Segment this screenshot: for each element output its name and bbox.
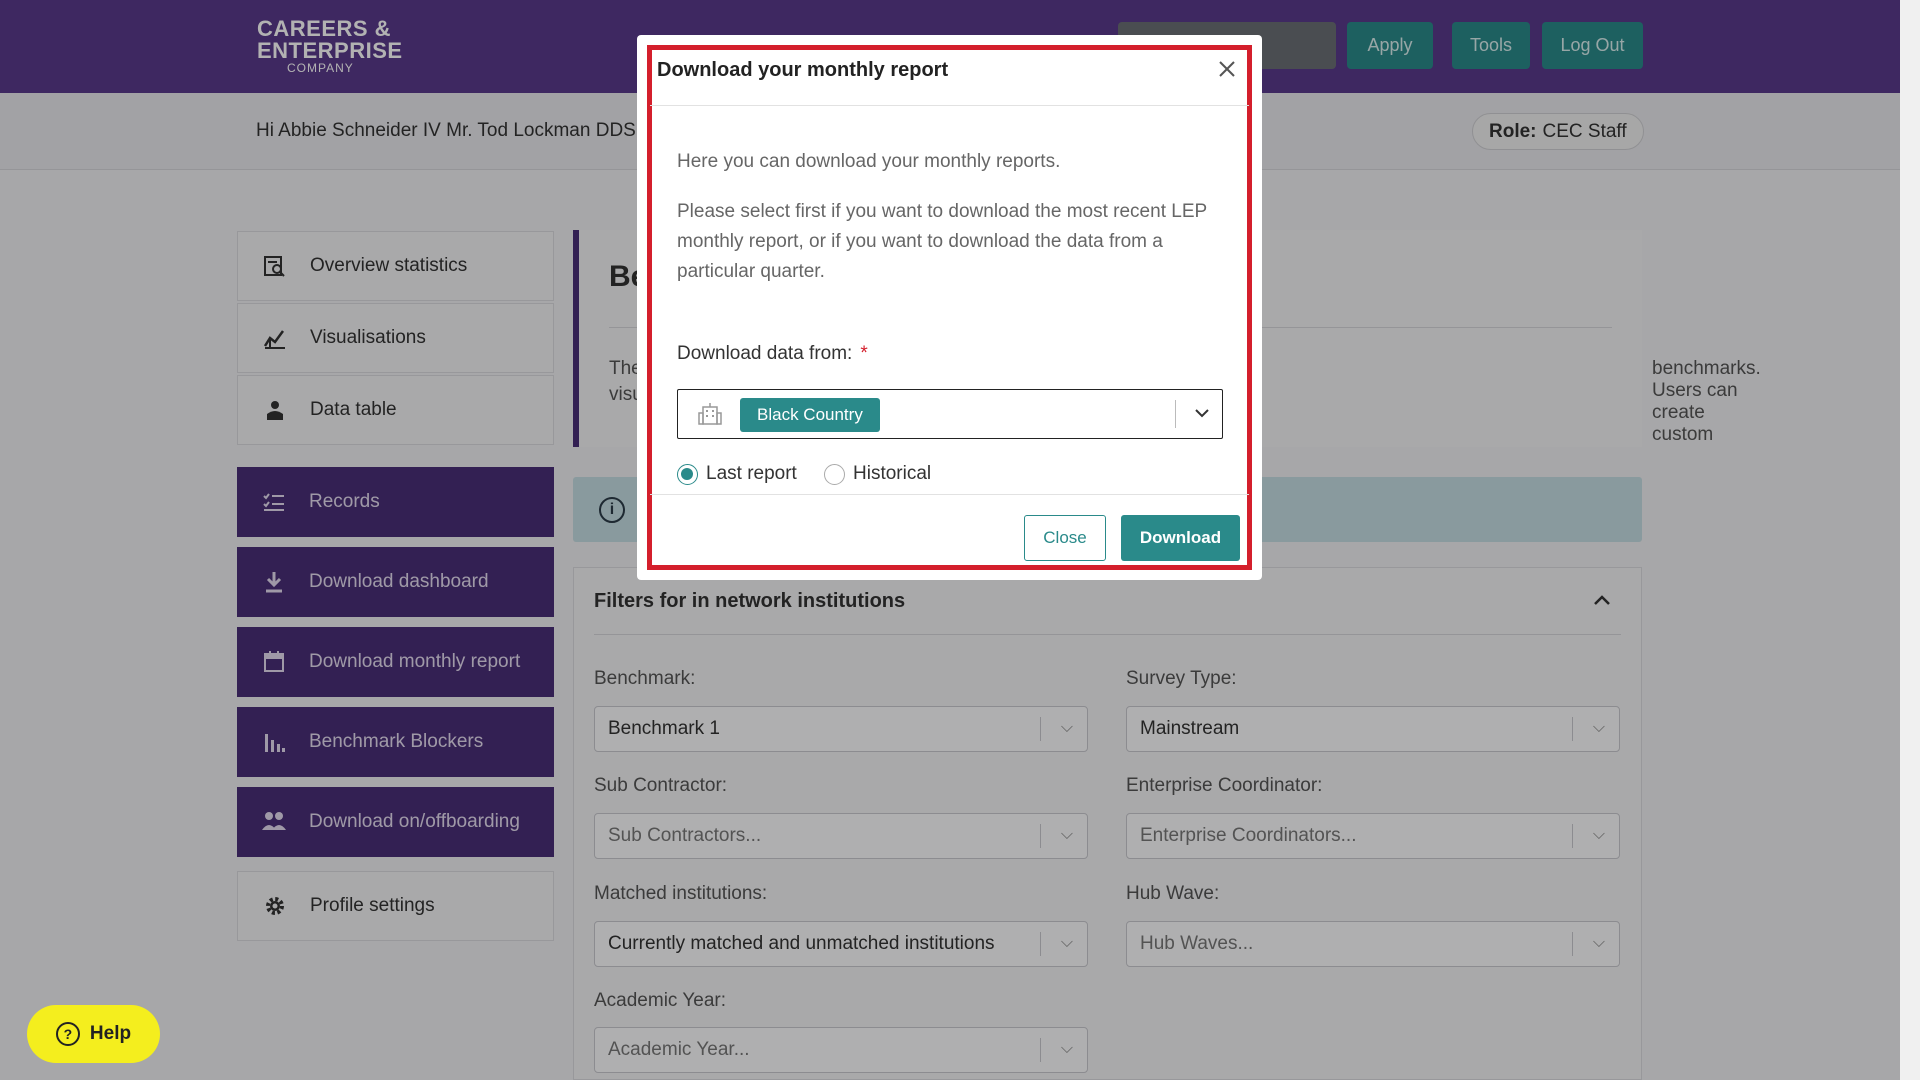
highlight-frame bbox=[647, 45, 1252, 570]
radio-button-unchecked[interactable] bbox=[824, 463, 845, 485]
select-separator bbox=[1175, 400, 1176, 428]
modal-intro-text: Here you can download your monthly repor… bbox=[677, 151, 1061, 172]
page-scrollbar[interactable] bbox=[1900, 0, 1920, 1080]
question-icon: ? bbox=[55, 1022, 80, 1046]
radio-label: Last report bbox=[706, 463, 797, 484]
building-icon bbox=[698, 403, 722, 431]
selected-region-chip[interactable]: Black Country bbox=[740, 398, 880, 432]
field-label-text: Download data from: bbox=[677, 343, 853, 364]
required-asterisk: * bbox=[860, 343, 868, 364]
radio-button-checked[interactable] bbox=[677, 463, 698, 485]
download-data-from-label: Download data from: * bbox=[677, 343, 868, 365]
modal-title: Download your monthly report bbox=[657, 59, 949, 81]
close-button[interactable]: Close bbox=[1024, 515, 1106, 561]
radio-last-report[interactable]: Last report bbox=[677, 463, 797, 485]
divider bbox=[650, 105, 1249, 106]
close-icon[interactable] bbox=[1218, 59, 1236, 83]
modal-description-text: Please select first if you want to downl… bbox=[677, 201, 1207, 282]
help-label: Help bbox=[89, 1023, 132, 1044]
download-monthly-report-modal: Download your monthly report Here you ca… bbox=[637, 35, 1262, 580]
radio-historical[interactable]: Historical bbox=[824, 463, 931, 485]
help-button[interactable]: ? Help bbox=[27, 1005, 160, 1063]
chevron-down-icon[interactable] bbox=[1194, 402, 1210, 423]
divider bbox=[650, 494, 1249, 495]
download-button[interactable]: Download bbox=[1121, 515, 1240, 561]
radio-label: Historical bbox=[853, 463, 932, 484]
region-select[interactable]: Black Country bbox=[677, 389, 1223, 439]
